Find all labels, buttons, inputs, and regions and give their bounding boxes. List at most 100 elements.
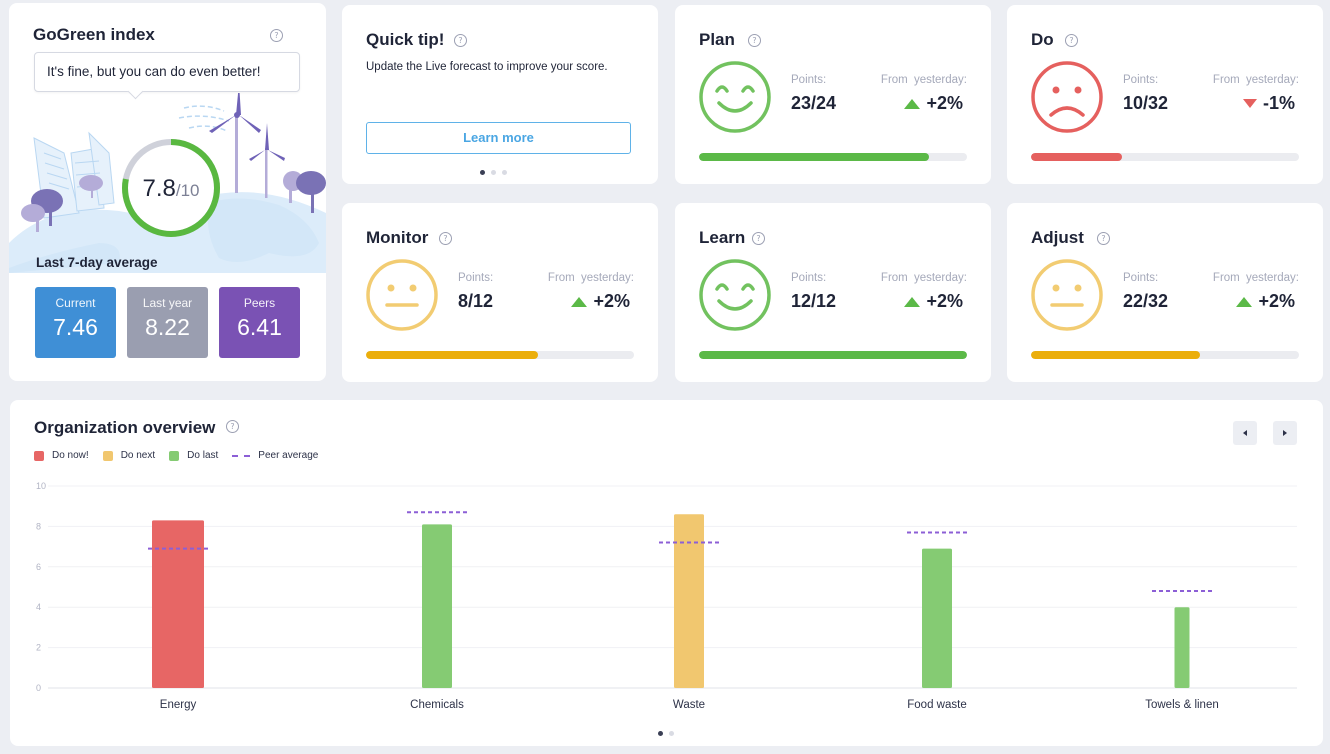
help-icon[interactable]: ? xyxy=(439,232,452,245)
average-peers: Peers 6.41 xyxy=(219,287,300,358)
change-indicator: -1% xyxy=(1242,93,1295,114)
pagination-dot[interactable] xyxy=(669,731,674,736)
trend-down-icon xyxy=(1242,99,1257,108)
pagination-dot[interactable] xyxy=(480,170,485,175)
help-icon[interactable]: ? xyxy=(1097,232,1110,245)
caret-left-icon xyxy=(1243,430,1247,436)
tip-pagination xyxy=(480,170,507,175)
points-label: Points: xyxy=(791,272,827,284)
learn-more-button[interactable]: Learn more xyxy=(366,122,631,154)
organization-overview-card: Organization overview ? Do now! Do next … xyxy=(10,400,1323,746)
from-yesterday-label: From yesterday: xyxy=(880,74,967,86)
neutral-face-icon xyxy=(366,259,438,331)
pagination-dot[interactable] xyxy=(502,170,507,175)
trend-up-icon xyxy=(571,296,588,307)
y-tick-label: 6 xyxy=(36,562,41,572)
trend-up-icon xyxy=(1236,296,1253,307)
pagination-dot[interactable] xyxy=(491,170,496,175)
average-last-year: Last year 8.22 xyxy=(127,287,208,358)
chart-legend: Do now! Do next Do last Peer average xyxy=(34,450,318,461)
from-yesterday-label: From yesterday: xyxy=(1212,74,1299,86)
quick-tip-text: Update the Live forecast to improve your… xyxy=(366,61,608,73)
help-icon[interactable]: ? xyxy=(752,232,765,245)
bar-towels-linen[interactable] xyxy=(1174,607,1190,688)
chart-pagination xyxy=(658,731,674,736)
points-value: 23/24 xyxy=(791,93,837,113)
y-tick-label: 4 xyxy=(36,602,41,612)
legend-label: Peer average xyxy=(258,450,319,461)
gogreen-title: GoGreen index xyxy=(33,25,155,44)
bar-chemicals[interactable] xyxy=(422,524,452,688)
change-value: +2% xyxy=(593,291,630,311)
y-tick-label: 2 xyxy=(36,643,41,653)
change-value: -1% xyxy=(1262,93,1295,113)
progress-bar xyxy=(1031,351,1299,359)
progress-bar xyxy=(1031,153,1299,161)
average-label: Peers xyxy=(243,296,276,310)
progress-bar xyxy=(699,153,967,161)
points-label: Points: xyxy=(458,272,494,284)
sad-face-icon xyxy=(1031,61,1103,133)
do-title: Do xyxy=(1031,30,1054,49)
quick-tip-card: Quick tip! ? Update the Live forecast to… xyxy=(342,5,658,184)
progress-fill xyxy=(1031,153,1123,161)
legend-swatch-red xyxy=(34,450,44,461)
points-value: 22/32 xyxy=(1123,291,1169,311)
gogreen-score: 7.8/10 xyxy=(119,175,223,203)
from-yesterday-label: From yesterday: xyxy=(1212,272,1299,284)
org-overview-title: Organization overview xyxy=(34,418,216,437)
happy-face-icon xyxy=(699,259,771,331)
chart-next-button[interactable] xyxy=(1273,421,1297,445)
progress-fill xyxy=(1031,351,1200,359)
change-indicator: +2% xyxy=(904,93,963,114)
progress-fill xyxy=(699,153,930,161)
happy-face-icon xyxy=(699,61,771,133)
chart-prev-button[interactable] xyxy=(1233,421,1257,445)
monitor-card: Monitor ? Points: 8/12 From yesterday: +… xyxy=(342,203,658,382)
change-value: +2% xyxy=(926,93,963,113)
points-label: Points: xyxy=(791,74,827,86)
bar-energy[interactable] xyxy=(152,520,204,688)
legend-label: Do next xyxy=(120,450,156,461)
average-label: Last year xyxy=(142,296,193,310)
change-indicator: +2% xyxy=(904,291,963,312)
change-indicator: +2% xyxy=(571,291,630,312)
progress-bar xyxy=(366,351,634,359)
average-value: 6.41 xyxy=(237,314,282,340)
y-tick-label: 10 xyxy=(36,481,46,491)
from-yesterday-label: From yesterday: xyxy=(547,272,634,284)
help-icon[interactable]: ? xyxy=(226,420,239,433)
bar-waste[interactable] xyxy=(674,514,704,688)
legend-label: Do last xyxy=(187,450,219,461)
change-value: +2% xyxy=(926,291,963,311)
legend-do-last: Do last xyxy=(169,450,218,461)
legend-swatch-yellow xyxy=(102,450,113,461)
adjust-title: Adjust xyxy=(1031,228,1084,247)
help-icon[interactable]: ? xyxy=(270,29,283,42)
bar-food-waste[interactable] xyxy=(922,548,952,688)
caret-right-icon xyxy=(1283,430,1287,436)
help-icon[interactable]: ? xyxy=(1065,34,1078,47)
average-value: 8.22 xyxy=(145,314,190,340)
help-icon[interactable]: ? xyxy=(454,34,467,47)
x-category-label: Food waste xyxy=(907,699,966,711)
average-current: Current 7.46 xyxy=(35,287,116,358)
change-value: +2% xyxy=(1258,291,1295,311)
gogreen-index-card: GoGreen index ? It's fine, but you can d… xyxy=(9,3,326,381)
gogreen-tooltip: It's fine, but you can do even better! xyxy=(34,52,300,92)
x-category-label: Waste xyxy=(673,699,705,711)
adjust-card: Adjust ? Points: 22/32 From yesterday: +… xyxy=(1007,203,1323,382)
score-max: /10 xyxy=(175,181,200,200)
monitor-title: Monitor xyxy=(366,228,429,247)
legend-swatch-green xyxy=(169,450,180,461)
legend-do-now: Do now! xyxy=(34,450,89,461)
help-icon[interactable]: ? xyxy=(748,34,761,47)
trend-up-icon xyxy=(904,98,921,109)
average-value: 7.46 xyxy=(53,314,98,340)
pagination-dot[interactable] xyxy=(658,731,663,736)
plan-card: Plan ? Points: 23/24 From yesterday: +2% xyxy=(675,5,991,184)
legend-dashed-line xyxy=(232,454,251,457)
from-yesterday-label: From yesterday: xyxy=(880,272,967,284)
neutral-face-icon xyxy=(1031,259,1103,331)
y-tick-label: 8 xyxy=(36,521,41,531)
